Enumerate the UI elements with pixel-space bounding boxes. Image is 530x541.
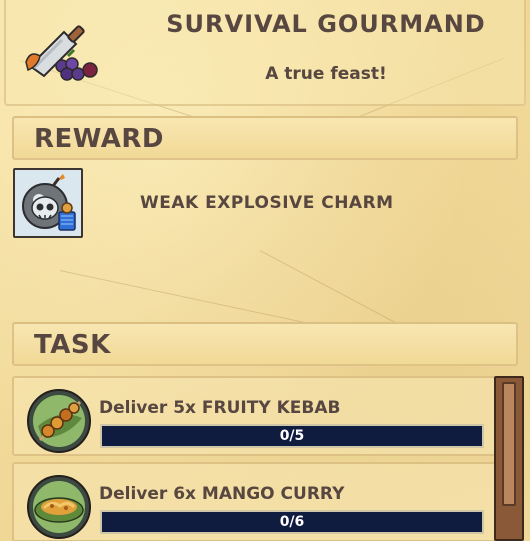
reward-item-name: WEAK EXPLOSIVE CHARM <box>140 193 394 213</box>
quest-header: SURVIVAL GOURMAND A true feast! <box>4 0 526 106</box>
quest-title: SURVIVAL GOURMAND <box>166 10 486 38</box>
mango-curry-icon <box>27 475 91 539</box>
task-description: Deliver 6x MANGO CURRY <box>99 484 345 504</box>
task-progress-label: 0/5 <box>279 428 305 444</box>
task-description: Deliver 5x FRUITY KEBAB <box>99 398 341 418</box>
fruit-kebab-icon <box>27 389 91 453</box>
task-item: Deliver 6x MANGO CURRY 0/6 <box>12 462 496 541</box>
task-scrollbar[interactable] <box>494 376 524 541</box>
quest-subtitle: A true feast! <box>265 64 387 84</box>
scrollbar-thumb[interactable] <box>502 382 516 506</box>
skull-bomb-charm-icon <box>22 174 76 231</box>
task-progress-bar: 0/6 <box>100 510 484 534</box>
reward-section-header: REWARD <box>12 116 518 160</box>
task-section-label: TASK <box>34 330 111 360</box>
task-item: Deliver 5x FRUITY KEBAB 0/5 <box>12 376 496 456</box>
task-section-header: TASK <box>12 322 518 366</box>
food-cleaver-icon <box>25 25 98 81</box>
task-list[interactable]: Deliver 5x FRUITY KEBAB 0/5 Deliver 6x M… <box>0 373 530 541</box>
reward-section-label: REWARD <box>34 124 165 154</box>
task-progress-bar: 0/5 <box>100 424 484 448</box>
task-progress-label: 0/6 <box>279 514 305 530</box>
reward-item-slot[interactable] <box>13 168 83 238</box>
quest-panel: SURVIVAL GOURMAND A true feast! REWARD W… <box>0 0 530 541</box>
